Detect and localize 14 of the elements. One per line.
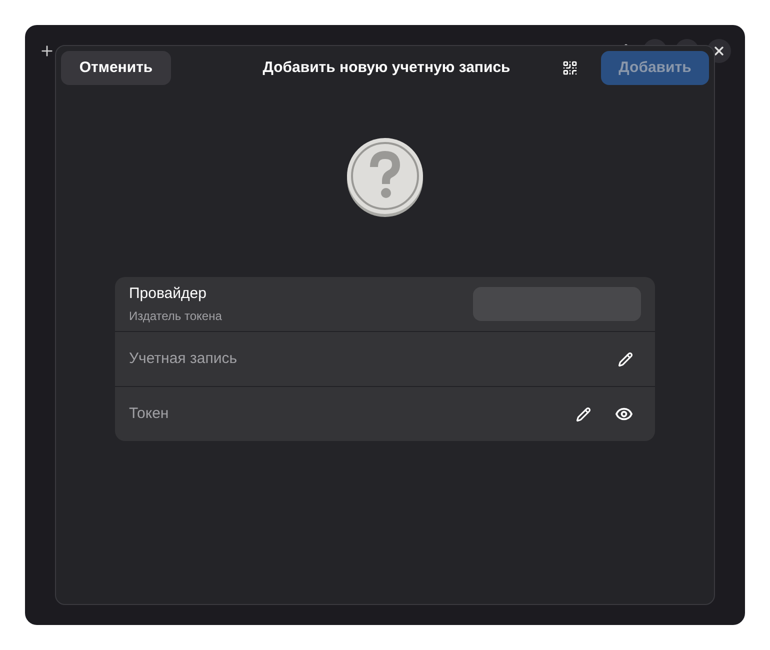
input-field[interactable]: Токен (129, 402, 429, 426)
question-icon (346, 137, 424, 219)
close-icon (712, 44, 726, 58)
dialog-title: Добавить новую учетную запись (262, 58, 510, 78)
qr-code-icon[interactable] (562, 60, 578, 76)
input-field[interactable]: Учетная запись (129, 348, 429, 370)
edit-icon[interactable] (618, 352, 633, 366)
eye-icon[interactable] (615, 405, 633, 423)
add-button: Добавить (600, 51, 709, 85)
add-icon[interactable] (39, 43, 55, 59)
row-subtitle: Издатель токена (129, 308, 222, 326)
cancel-button[interactable]: Отменить (61, 51, 171, 85)
row-title: Провайдер (129, 284, 208, 304)
edit-icon[interactable] (576, 406, 591, 422)
